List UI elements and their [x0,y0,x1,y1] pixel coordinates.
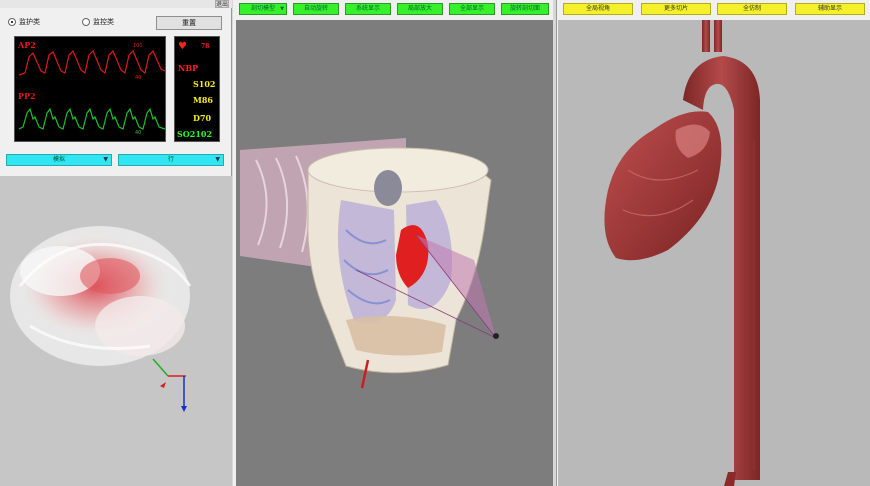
waveform-canvas: AP2 100 40 PP2 40 [17,40,166,136]
system-display-button[interactable]: 系统显示 [345,3,391,15]
section-model-label: 剖切模型 [250,5,275,12]
heart-view-panel: 全局视角 更多切片 全仿制 辅助显示 [556,0,870,486]
ap-scale-bottom: 40 [135,75,141,81]
chevron-down-icon: ▼ [280,6,284,12]
pp-waveform [18,107,166,130]
local-zoom-button[interactable]: 局部放大 [397,3,443,15]
waveform-monitor: AP2 100 40 PP2 40 [14,36,166,142]
app-window: 退出 监护类 监控类 重置 AP2 100 40 PP2 40 ♥ 78 NBP… [0,0,870,486]
title-strip [0,0,232,8]
plane-handle-icon [493,333,499,339]
mode-dropdown-value: 模拟 [52,156,65,163]
center-toolbar: 剖切模型 ▼ 自动旋转 系统显示 局部放大 全部显示 旋转剖切面 [233,0,553,20]
ap-scale-top: 100 [133,43,143,49]
more-slices-button[interactable]: 更多切片 [641,3,711,15]
volume-render-image [10,226,192,412]
radio-dot-icon[interactable] [8,18,16,26]
ap-label: AP2 [17,40,36,50]
nbp-label: NBP [178,63,199,73]
mean-value: M86 [193,95,213,105]
radio-dot-icon[interactable] [82,18,90,26]
volume-render-viewport[interactable] [0,176,232,486]
heart-model-viewport[interactable] [558,20,870,486]
aux-display-button[interactable]: 辅助显示 [795,3,865,15]
heart-rate-value: 78 [201,43,210,50]
spo2-value: SO2102 [177,129,213,139]
heart-model-image [604,20,760,486]
systolic-value: S102 [193,79,216,89]
radio-label: 监护类 [19,18,40,26]
radio-label: 监控类 [93,18,114,26]
diastolic-value: D70 [193,113,212,123]
section-model-button[interactable]: 剖切模型 ▼ [239,3,287,15]
axis-y-icon [152,358,169,377]
vitals-panel: ♥ 78 NBP S102 M86 D70 SO2102 [174,36,220,142]
pp-scale-bottom: 40 [135,130,141,136]
state-dropdown-value: 行 [167,156,174,163]
torso-section-viewport[interactable] [236,20,553,486]
show-all-button[interactable]: 全部显示 [449,3,495,15]
close-button[interactable]: 退出 [215,0,229,8]
section-view-panel: 剖切模型 ▼ 自动旋转 系统显示 局部放大 全部显示 旋转剖切面 [233,0,553,486]
radio-control-type[interactable]: 监控类 [82,14,114,30]
pp-label: PP2 [18,91,36,101]
reset-button[interactable]: 重置 [156,16,222,30]
ap-waveform [18,49,166,76]
radio-monitor-type[interactable]: 监护类 [8,14,40,30]
mode-dropdown[interactable]: 模拟 ▼ [6,154,112,166]
state-dropdown[interactable]: 行 ▼ [118,154,224,166]
chevron-down-icon: ▼ [103,156,108,163]
global-view-button[interactable]: 全局视角 [563,3,633,15]
heart-icon: ♥ [178,41,187,52]
torso-section-image [240,138,499,389]
auto-rotate-button[interactable]: 自动旋转 [293,3,339,15]
monitor-panel: 退出 监护类 监控类 重置 AP2 100 40 PP2 40 ♥ 78 NBP… [0,0,232,486]
full-simulation-button[interactable]: 全仿制 [717,3,787,15]
chevron-down-icon: ▼ [215,156,220,163]
rotate-plane-button[interactable]: 旋转剖切面 [501,3,549,15]
